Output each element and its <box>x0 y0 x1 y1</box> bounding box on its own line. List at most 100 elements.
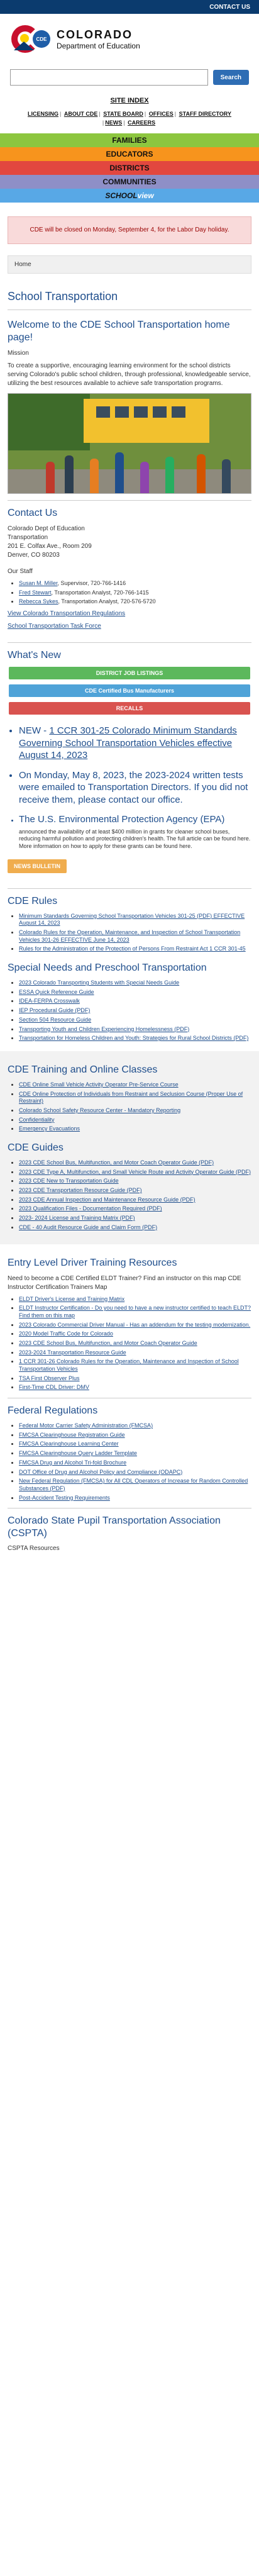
staff-label: Our Staff <box>8 568 33 575</box>
list-item: TSA First Observer Plus <box>19 1375 251 1383</box>
list-item: Colorado Rules for the Operation, Mainte… <box>19 929 251 944</box>
cde-rules-list: Minimum Standards Governing School Trans… <box>8 913 251 953</box>
list-item: CDE - 40 Audit Resource Guide and Claim … <box>19 1224 251 1232</box>
job-listings-button[interactable]: DISTRICT JOB LISTINGS <box>9 667 250 680</box>
utility-nav: LICENSING | ABOUT CDE | STATE BOARD | OFFIC… <box>28 111 231 126</box>
util-about-cde[interactable]: ABOUT CDE <box>64 111 98 117</box>
guides-heading: CDE Guides <box>8 1142 63 1153</box>
guides-list: 2023 CDE School Bus, Multifunction, and … <box>8 1159 251 1232</box>
search-button[interactable]: Search <box>212 70 249 85</box>
welcome-heading: Welcome to the CDE School Transportation… <box>8 320 230 343</box>
list-item: Colorado School Safety Resource Center -… <box>19 1107 251 1115</box>
news-link[interactable]: 1 CCR 301-25 Colorado Minimum Standards … <box>19 725 237 761</box>
list-item: IEP Procedural Guide (PDF) <box>19 1007 251 1015</box>
special-needs-heading: Special Needs and Preschool Transportati… <box>8 962 207 974</box>
list-item: FMCSA Clearinghouse Learning Center <box>19 1441 251 1448</box>
list-item: First-Time CDL Driver: DMV <box>19 1384 251 1391</box>
util-news[interactable]: NEWS <box>105 120 122 126</box>
list-item: CDE Online Small Vehicle Activity Operat… <box>19 1081 251 1089</box>
federal-heading: Federal Regulations <box>8 1405 98 1417</box>
list-item: Federal Motor Carrier Safety Administrat… <box>19 1422 251 1430</box>
page-title: School Transportation <box>8 290 251 310</box>
nav-communities[interactable]: COMMUNITIES <box>0 175 259 189</box>
contact-us-link[interactable]: CONTACT US <box>209 4 250 11</box>
whats-new-heading: What's New <box>8 650 61 661</box>
list-item: 2023-2024 Transportation Resource Guide <box>19 1349 251 1357</box>
schoolview-post: view <box>137 191 154 200</box>
staff-list: Susan M. Miller, Supervisor, 720-766-141… <box>8 580 251 606</box>
nav-districts[interactable]: DISTRICTS <box>0 161 259 175</box>
site-index-link[interactable]: SITE INDEX <box>110 97 148 104</box>
closure-alert: CDE will be closed on Monday, September … <box>8 216 251 244</box>
task-force-link[interactable]: School Transportation Task Force <box>8 623 101 630</box>
school-bus-photo <box>8 393 251 494</box>
list-item: 2023 CDE Type A, Multifunction, and Smal… <box>19 1169 251 1176</box>
staff-link[interactable]: Susan M. Miller <box>19 580 58 586</box>
list-item: 2023 Qualification Files - Documentation… <box>19 1205 251 1213</box>
nav-schoolview[interactable]: SCHOOL view <box>0 189 259 203</box>
news-item: NEW - 1 CCR 301-25 Colorado Minimum Stan… <box>19 725 251 762</box>
news-item: The U.S. Environmental Protection Agency… <box>19 813 251 850</box>
list-item: Transporting Youth and Children Experien… <box>19 1026 251 1034</box>
cde-rules-heading: CDE Rules <box>8 895 58 906</box>
util-offices[interactable]: OFFICES <box>149 111 174 117</box>
list-item: FMCSA Clearinghouse Registration Guide <box>19 1432 251 1439</box>
list-item: Susan M. Miller, Supervisor, 720-766-141… <box>19 580 251 588</box>
training-heading: CDE Training and Online Classes <box>8 1064 158 1075</box>
list-item: ESSA Quick Reference Guide <box>19 989 251 996</box>
list-item: 2020 Model Traffic Code for Colorado <box>19 1330 251 1338</box>
list-item: Confidentiality <box>19 1117 251 1124</box>
util-licensing[interactable]: LICENSING <box>28 111 58 117</box>
list-item: 2023- 2024 License and Training Matrix (… <box>19 1215 251 1222</box>
staff-link[interactable]: Fred Stewart <box>19 589 52 596</box>
list-item: DOT Office of Drug and Alcohol Policy an… <box>19 1469 251 1476</box>
list-item: FMCSA Drug and Alcohol Tri-fold Brochure <box>19 1459 251 1467</box>
list-item: 2023 CDE School Bus, Multifunction, and … <box>19 1159 251 1167</box>
list-item: 1 CCR 301-26 Colorado Rules for the Oper… <box>19 1358 251 1373</box>
list-item: 2023 CDE School Bus, Multifunction, and … <box>19 1340 251 1347</box>
list-item: Fred Stewart, Transportation Analyst, 72… <box>19 589 251 597</box>
cspta-resources-label: CSPTA Resources <box>8 1545 60 1553</box>
bus-manufacturers-button[interactable]: CDE Certified Bus Manufacturers <box>9 684 250 698</box>
list-item: 2023 Colorado Commercial Driver Manual -… <box>19 1322 251 1329</box>
eldt-intro: Need to become a CDE Certified ELDT Trai… <box>8 1274 241 1291</box>
training-list: CDE Online Small Vehicle Activity Operat… <box>8 1081 251 1133</box>
util-careers[interactable]: CAREERS <box>128 120 155 126</box>
list-item: Rebecca Sykes, Transportation Analyst, 7… <box>19 598 251 606</box>
list-item: CDE Online Protection of Individuals fro… <box>19 1091 251 1105</box>
cde-badge: CDE <box>33 30 50 48</box>
nav-educators[interactable]: EDUCATORS <box>0 147 259 161</box>
site-title-line2: Department of Education <box>57 41 140 50</box>
eldt-heading: Entry Level Driver Training Resources <box>8 1257 177 1268</box>
regulations-link[interactable]: View Colorado Transportation Regulations <box>8 610 125 617</box>
nav-families[interactable]: FAMILIES <box>0 133 259 147</box>
site-title[interactable]: COLORADO Department of Education <box>57 28 140 50</box>
list-item: Rules for the Administration of the Prot… <box>19 945 251 953</box>
federal-list: Federal Motor Carrier Safety Administrat… <box>8 1422 251 1502</box>
contact-heading: Contact Us <box>8 508 58 518</box>
eldt-list: ELDT Driver's License and Training Matri… <box>8 1296 251 1392</box>
breadcrumb-home[interactable]: Home <box>14 261 31 268</box>
recalls-button[interactable]: RECALLS <box>9 702 250 715</box>
list-item: Emergency Evacuations <box>19 1125 251 1133</box>
list-item: 2023 Colorado Transporting Students with… <box>19 979 251 987</box>
list-item: IDEA-FERPA Crosswalk <box>19 998 251 1005</box>
util-state-board[interactable]: STATE BOARD <box>103 111 143 117</box>
list-item: Minimum Standards Governing School Trans… <box>19 913 251 927</box>
cspta-heading: Colorado State Pupil Transportation Asso… <box>8 1515 221 1539</box>
colorado-logo-icon[interactable]: CDE <box>11 23 52 55</box>
contact-address: Colorado Dept of Education Transportatio… <box>8 525 92 559</box>
util-staff-directory[interactable]: STAFF DIRECTORY <box>179 111 231 117</box>
special-needs-list: 2023 Colorado Transporting Students with… <box>8 979 251 1042</box>
list-item: New Federal Regulation (FMCSA) for All C… <box>19 1478 251 1492</box>
staff-link[interactable]: Rebecca Sykes <box>19 598 58 605</box>
list-item: Transportation for Homeless Children and… <box>19 1035 251 1042</box>
search-bar: Search <box>0 65 259 89</box>
list-item: ELDT Driver's License and Training Matri… <box>19 1296 251 1303</box>
header: CDE COLORADO Department of Education <box>0 14 259 62</box>
list-item: 2023 CDE New to Transportation Guide <box>19 1178 251 1185</box>
list-item: Post-Accident Testing Requirements <box>19 1495 251 1502</box>
news-bulletin-button[interactable]: NEWS BULLETIN <box>8 859 67 873</box>
list-item: ELDT Instructor Certification - Do you n… <box>19 1305 251 1319</box>
search-input[interactable] <box>10 69 208 86</box>
